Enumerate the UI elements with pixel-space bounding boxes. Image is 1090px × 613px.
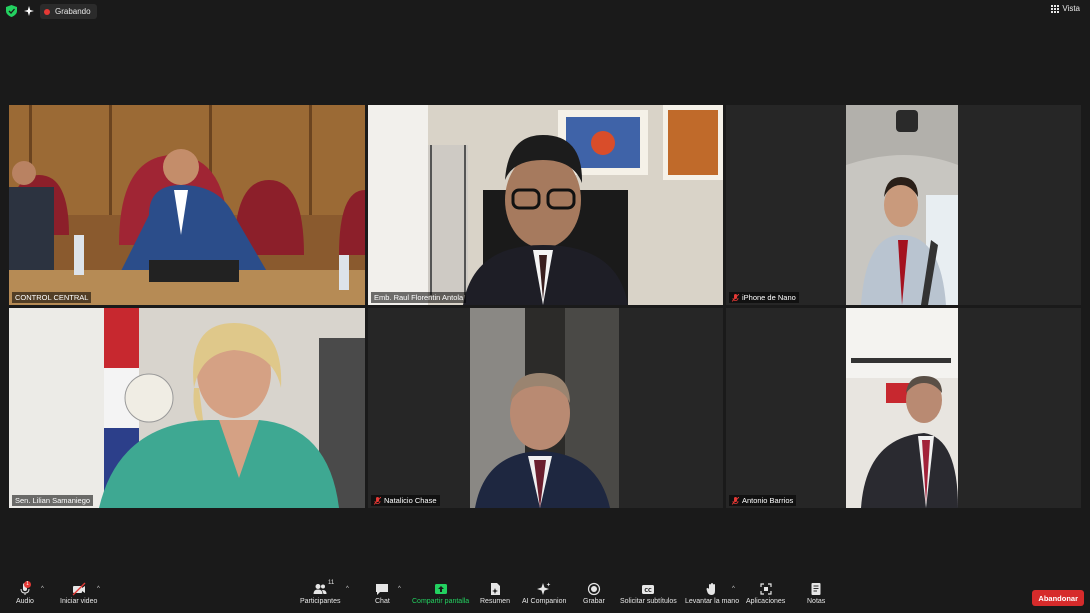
summary-label: Resumen [480, 598, 510, 605]
video-tile-lilian-samaniego[interactable]: Sen. Lilian Samaniego [9, 308, 365, 508]
participants-button[interactable]: Participantes [300, 582, 340, 605]
share-screen-button[interactable]: Compartir pantalla [412, 582, 469, 605]
microphone-muted-icon [732, 293, 739, 302]
participant-video [470, 308, 619, 508]
svg-text:CC: CC [645, 588, 653, 594]
share-screen-icon [434, 584, 447, 594]
participant-name-tag: Antonio Barrios [729, 495, 797, 506]
audio-badge: 1 [24, 581, 31, 588]
raise-hand-icon [706, 583, 716, 595]
start-video-label: Iniciar video [60, 598, 98, 605]
meeting-toolbar: 1 Audio ^ Iniciar video ^ Participantes … [0, 580, 1090, 613]
leave-meeting-button[interactable]: Abandonar [1032, 590, 1084, 606]
participant-name-tag: Emb. Raul Florentin Antola [371, 292, 467, 303]
record-button[interactable]: Grabar [583, 582, 605, 605]
audio-options-caret[interactable]: ^ [41, 586, 44, 592]
participant-name-tag: Natalicio Chase [371, 495, 440, 506]
start-video-button[interactable]: Iniciar video [60, 582, 97, 605]
summary-doc-icon [490, 583, 500, 595]
video-tile-iphone-de-nano[interactable]: iPhone de Nano [726, 105, 1081, 305]
ai-companion-sparkle-icon [537, 582, 551, 595]
view-label: Vista [1062, 4, 1080, 13]
participant-video [9, 308, 365, 508]
apps-button[interactable]: Aplicaciones [746, 582, 785, 605]
raise-hand-label: Levantar la mano [685, 598, 740, 605]
recording-label: Grabando [55, 7, 91, 16]
microphone-muted-icon [732, 496, 739, 505]
request-captions-button[interactable]: CC Solicitar subtítulos [620, 582, 677, 605]
participants-count: 11 [328, 580, 335, 586]
apps-icon [760, 583, 772, 595]
participant-video [846, 105, 958, 305]
record-label: Grabar [583, 598, 605, 605]
ai-sparkle-icon[interactable] [24, 5, 35, 17]
participant-name-tag: Sen. Lilian Samaniego [12, 495, 94, 506]
raise-hand-button[interactable]: Levantar la mano [685, 582, 739, 605]
chat-button[interactable]: Chat [375, 582, 390, 605]
recording-dot-icon [44, 8, 50, 15]
top-bar: Grabando Vista [0, 0, 1090, 22]
notes-icon [811, 583, 821, 595]
chat-bubble-icon [376, 584, 389, 595]
video-off-icon [72, 582, 86, 596]
video-tile-control-central[interactable]: CONTROL CENTRAL [9, 105, 365, 305]
video-tile-natalicio-chase[interactable]: Natalicio Chase [368, 308, 723, 508]
chat-label: Chat [375, 598, 390, 605]
participant-name-tag: iPhone de Nano [729, 292, 799, 303]
chat-options-caret[interactable]: ^ [398, 586, 401, 592]
notes-label: Notas [807, 598, 826, 605]
microphone-muted-icon [374, 496, 381, 505]
view-button[interactable]: Vista [1051, 4, 1080, 13]
video-tile-antonio-barrios[interactable]: Antonio Barrios [726, 308, 1081, 508]
closed-captions-icon: CC [642, 585, 655, 594]
security-shield-icon[interactable] [6, 5, 17, 17]
grid-view-icon [1051, 4, 1060, 13]
video-options-caret[interactable]: ^ [97, 586, 100, 592]
participant-video [846, 308, 958, 508]
recording-indicator[interactable]: Grabando [40, 4, 97, 19]
summary-button[interactable]: Resumen [480, 582, 510, 605]
apps-label: Aplicaciones [746, 598, 786, 605]
meeting-window: Grabando Vista CONTROL CENTRAL Emb. Raul… [0, 0, 1090, 613]
participant-name-tag: CONTROL CENTRAL [12, 292, 92, 303]
notes-button[interactable]: Notas [807, 582, 825, 605]
participant-video [9, 105, 365, 305]
participant-video [368, 105, 723, 305]
request-captions-label: Solicitar subtítulos [620, 598, 677, 605]
ai-companion-button[interactable]: AI Companion [522, 582, 566, 605]
audio-label: Audio [16, 598, 34, 605]
ai-companion-label: AI Companion [522, 598, 567, 605]
participants-icon [313, 584, 327, 594]
reactions-options-caret[interactable]: ^ [732, 586, 735, 592]
participants-label: Participantes [300, 598, 341, 605]
participants-options-caret[interactable]: ^ [346, 586, 349, 592]
audio-button[interactable]: 1 Audio [16, 581, 34, 605]
video-tile-raul-florentin[interactable]: Emb. Raul Florentin Antola [368, 105, 723, 305]
leave-label: Abandonar [1038, 593, 1078, 603]
record-icon [587, 582, 600, 596]
share-screen-label: Compartir pantalla [412, 598, 470, 605]
